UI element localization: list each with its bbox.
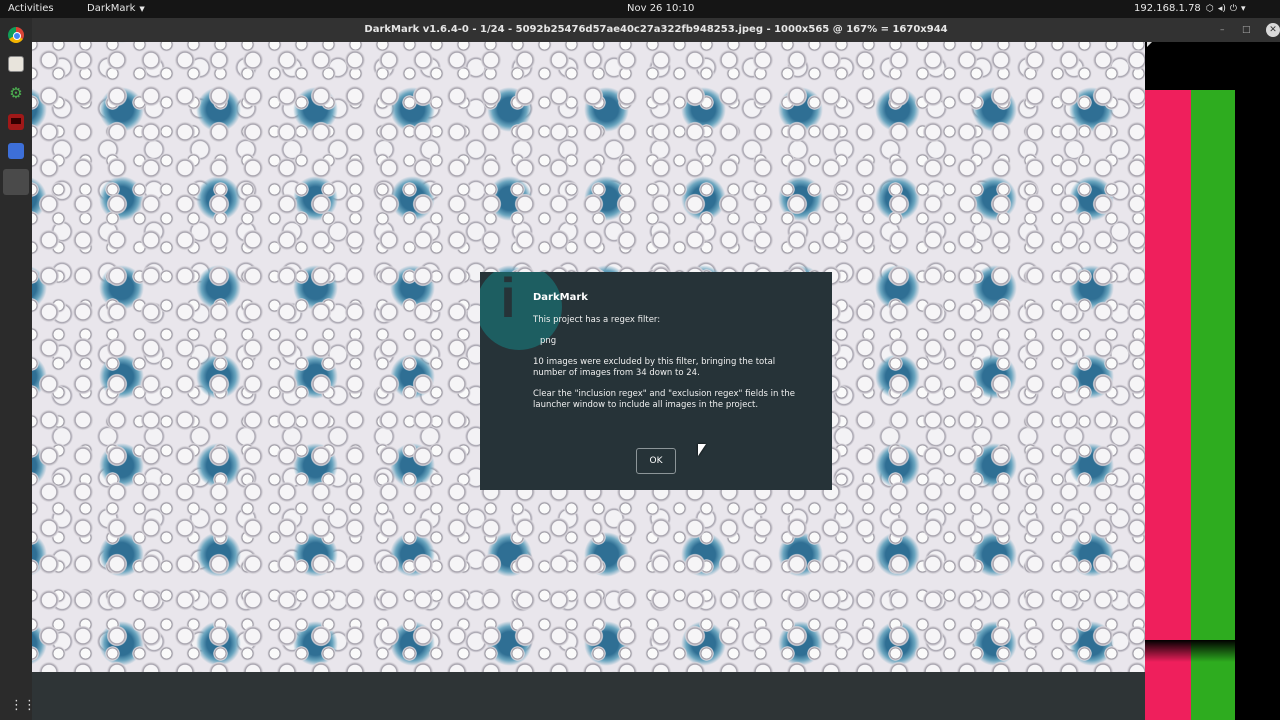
window-title: DarkMark v1.6.4-0 - 1/24 - 5092b25476d57… xyxy=(364,24,948,35)
image-bottom-margin xyxy=(32,672,1145,720)
dialog-title: DarkMark xyxy=(533,292,588,303)
chrome-icon[interactable] xyxy=(8,27,24,43)
window-titlebar[interactable]: DarkMark v1.6.4-0 - 1/24 - 5092b25476d57… xyxy=(32,18,1280,42)
close-button[interactable]: ✕ xyxy=(1266,23,1280,37)
activities-button[interactable]: Activities xyxy=(8,0,54,18)
dock: ⚙ ⋮⋮⋮ xyxy=(0,18,49,720)
chevron-down-icon[interactable]: ▾ xyxy=(1241,0,1246,18)
power-icon[interactable]: ⏻ xyxy=(1230,0,1237,18)
dialog-message-line1: This project has a regex filter: xyxy=(533,315,661,325)
info-dialog: i DarkMark This project has a regex filt… xyxy=(480,272,832,490)
class-strip-pink xyxy=(1145,90,1191,720)
dialog-message-instructions: Clear the "inclusion regex" and "exclusi… xyxy=(533,389,795,410)
clock[interactable]: Nov 26 10:10 xyxy=(627,0,694,18)
app-menu[interactable]: DarkMark ▼ xyxy=(87,0,145,18)
network-icon[interactable]: ⬡ xyxy=(1206,0,1214,18)
minimize-button[interactable]: – xyxy=(1220,18,1225,42)
app-menu-label: DarkMark xyxy=(87,3,136,14)
ip-address: 192.168.1.78 xyxy=(1134,3,1201,14)
dialog-message-excluded: 10 images were excluded by this filter, … xyxy=(533,357,776,378)
dialog-regex-value: png xyxy=(540,336,557,346)
ok-button[interactable]: OK xyxy=(636,448,676,474)
scroll-marker[interactable] xyxy=(1145,42,1280,90)
caret-down-icon: ▼ xyxy=(139,5,145,13)
maximize-button[interactable]: □ xyxy=(1242,18,1251,42)
info-glyph: i xyxy=(500,272,516,329)
volume-icon[interactable]: ◂) xyxy=(1218,0,1226,18)
terminal-icon[interactable] xyxy=(8,114,24,130)
top-bar: Activities DarkMark ▼ Nov 26 10:10 192.16… xyxy=(0,0,1280,18)
settings-icon[interactable]: ⚙ xyxy=(8,85,24,101)
darkmark-icon[interactable] xyxy=(3,169,29,195)
text-editor-icon[interactable] xyxy=(8,143,24,159)
mouse-cursor xyxy=(698,444,706,456)
class-strip-green xyxy=(1191,90,1235,720)
scroll-position-band xyxy=(1145,640,1280,662)
files-icon[interactable] xyxy=(8,56,24,72)
system-tray[interactable]: ⬡ ◂) ⏻ ▾ xyxy=(1206,0,1246,18)
